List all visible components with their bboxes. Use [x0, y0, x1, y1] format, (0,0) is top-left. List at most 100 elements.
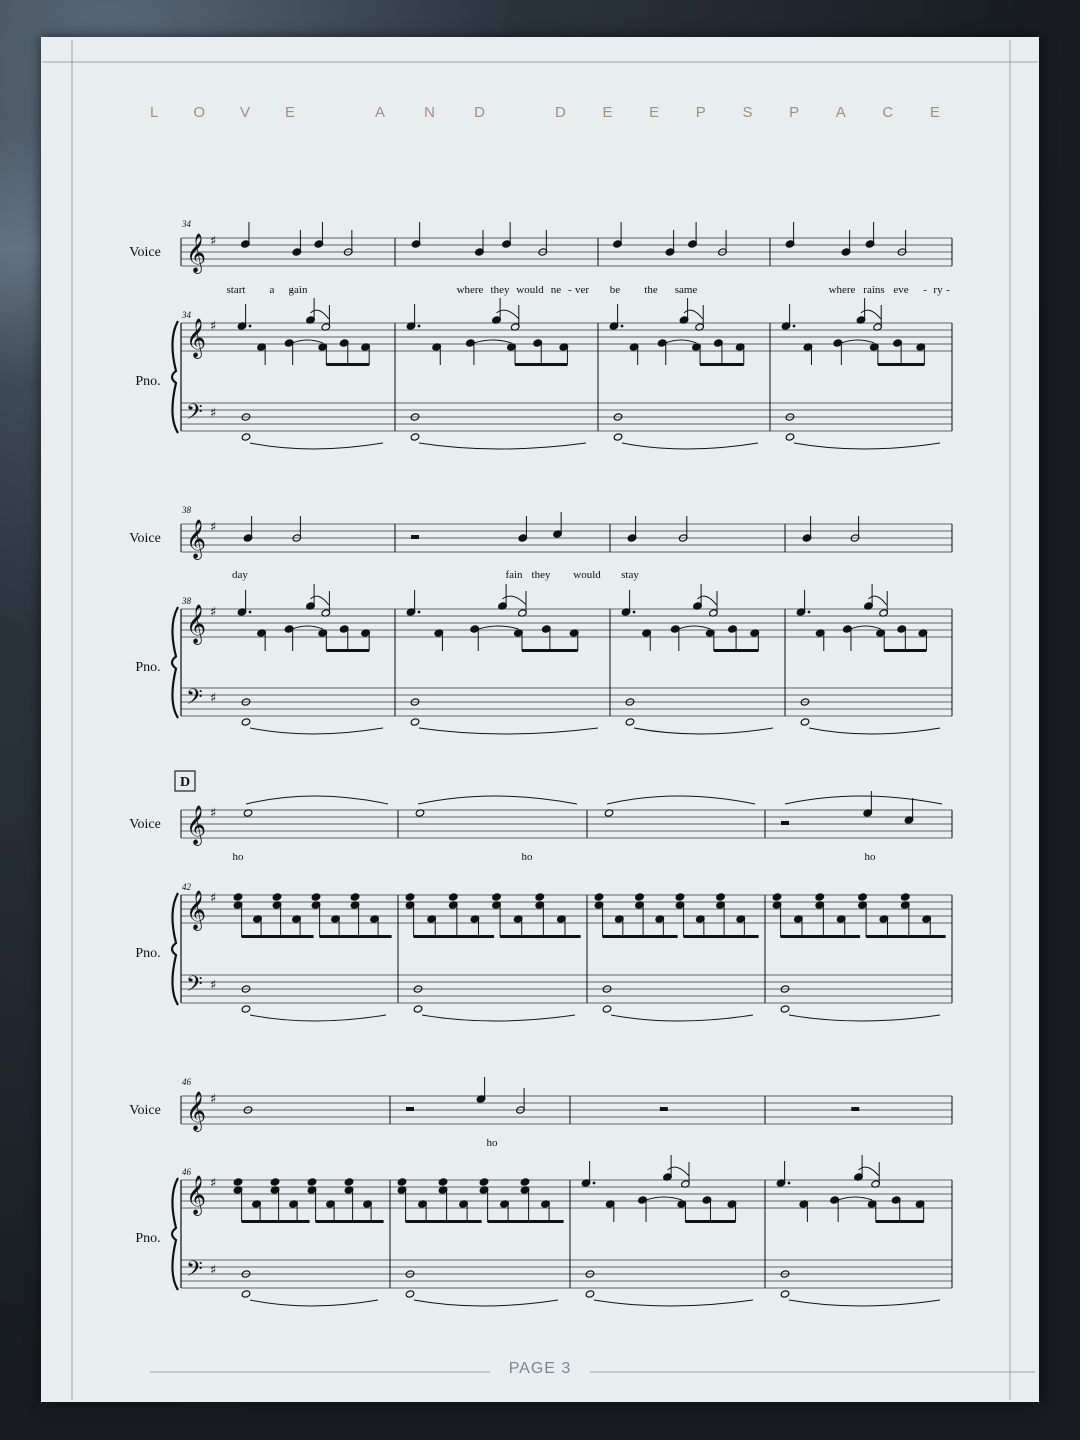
- lyric-syllable: -: [568, 284, 572, 296]
- note-beam: [326, 363, 370, 366]
- note-head: [594, 893, 604, 901]
- slur: [417, 795, 578, 805]
- note-head: [535, 893, 545, 901]
- note-head: [410, 718, 420, 726]
- tie: [850, 625, 881, 630]
- score-system: VoicePno.3838𝄞𝄞𝄢♯♯♯day fain they would stay: [129, 505, 953, 735]
- tie: [645, 1196, 682, 1201]
- note-head: [785, 433, 795, 441]
- whole-rest-icon: [851, 1107, 860, 1111]
- sharp-icon: ♯: [210, 1176, 216, 1191]
- dot: [248, 610, 252, 614]
- tie: [478, 625, 519, 630]
- note-head: [270, 1178, 280, 1186]
- note-beam: [713, 649, 759, 652]
- piano-brace: [170, 1177, 179, 1291]
- tie: [665, 339, 697, 344]
- lyric-syllable: would: [516, 284, 544, 296]
- lyric-syllable: ho: [233, 851, 245, 863]
- tie: [633, 727, 774, 735]
- dot: [248, 324, 252, 328]
- note-head: [405, 1290, 415, 1298]
- piano-label: Pno.: [135, 374, 160, 389]
- tie: [793, 442, 941, 450]
- lyric-syllable: start: [227, 284, 246, 296]
- whole-rest-icon: [659, 1107, 668, 1111]
- score-system: VoicePno.42𝄞𝄞𝄢♯♯♯ho ho ho: [129, 791, 953, 1022]
- lyric-syllable: be: [610, 284, 621, 296]
- note-beam: [602, 935, 678, 938]
- slur: [784, 795, 943, 805]
- page-number: PAGE 3: [508, 1360, 572, 1377]
- note-head: [311, 893, 321, 901]
- note-beam: [515, 363, 568, 366]
- half-rest-icon: [781, 821, 789, 825]
- note-head: [241, 718, 251, 726]
- note-beam: [683, 935, 759, 938]
- sharp-icon: ♯: [210, 806, 216, 821]
- note-head: [780, 1290, 790, 1298]
- note-head: [900, 893, 910, 901]
- measure-number: 46: [182, 1077, 192, 1087]
- tie: [837, 1196, 873, 1201]
- note-head: [815, 893, 825, 901]
- note-head: [233, 1178, 243, 1186]
- voice-label: Voice: [129, 531, 161, 546]
- bass-clef-icon: 𝄢: [186, 685, 203, 715]
- note-head: [625, 718, 635, 726]
- note-head: [800, 718, 810, 726]
- tie: [593, 1299, 754, 1307]
- lyric-syllable: ne: [551, 284, 562, 296]
- note-head: [397, 1178, 407, 1186]
- rehearsal-box: D: [174, 770, 196, 792]
- dot: [592, 1181, 596, 1185]
- music-score: VoicePno.3434𝄞𝄞𝄢♯♯♯start a -gain where they w…: [42, 40, 1038, 1400]
- lyric-syllable: where: [457, 284, 484, 296]
- note-head: [479, 1178, 489, 1186]
- voice-label: Voice: [129, 817, 161, 832]
- sharp-icon: ♯: [210, 691, 216, 706]
- note-head: [307, 1178, 317, 1186]
- lyric-syllable: ho: [487, 1137, 499, 1149]
- note-beam: [685, 1220, 736, 1223]
- note-beam: [326, 649, 370, 652]
- measure-number: 38: [181, 505, 192, 515]
- half-rest-icon: [411, 535, 419, 539]
- dot: [792, 324, 796, 328]
- rehearsal-mark: D: [180, 775, 190, 790]
- note-head: [675, 893, 685, 901]
- lyric-syllable: eve: [893, 284, 908, 296]
- dot: [632, 610, 636, 614]
- tie: [473, 339, 512, 344]
- note-head: [241, 433, 251, 441]
- treble-clef-icon: 𝄞: [186, 318, 206, 359]
- lyric-syllable: would: [573, 569, 601, 581]
- slur: [606, 795, 756, 805]
- note-beam: [884, 649, 927, 652]
- piano-brace: [170, 606, 179, 719]
- treble-clef-icon: 𝄞: [186, 1175, 206, 1216]
- dot: [620, 324, 624, 328]
- note-beam: [413, 935, 495, 938]
- tie: [840, 339, 875, 344]
- tie: [418, 727, 599, 735]
- note-head: [520, 1178, 530, 1186]
- note-head: [716, 893, 725, 901]
- note-head: [233, 893, 243, 901]
- note-head: [405, 893, 415, 901]
- sharp-icon: ♯: [210, 605, 216, 620]
- treble-clef-icon: 𝄞: [186, 1091, 206, 1132]
- tie: [249, 1014, 387, 1022]
- sharp-icon: ♯: [210, 234, 216, 249]
- note-head: [613, 433, 623, 441]
- lyric-syllable: the: [644, 284, 658, 296]
- note-head: [272, 893, 282, 901]
- lyric-syllable: fain: [505, 569, 523, 581]
- lyric-syllable: they: [532, 569, 551, 581]
- treble-clef-icon: 𝄞: [186, 890, 206, 931]
- sharp-icon: ♯: [210, 1263, 216, 1278]
- lyric-syllable: same: [675, 284, 698, 296]
- sharp-icon: ♯: [210, 520, 216, 535]
- bass-clef-icon: 𝄢: [186, 400, 203, 430]
- lyric-syllable: rains: [863, 284, 884, 296]
